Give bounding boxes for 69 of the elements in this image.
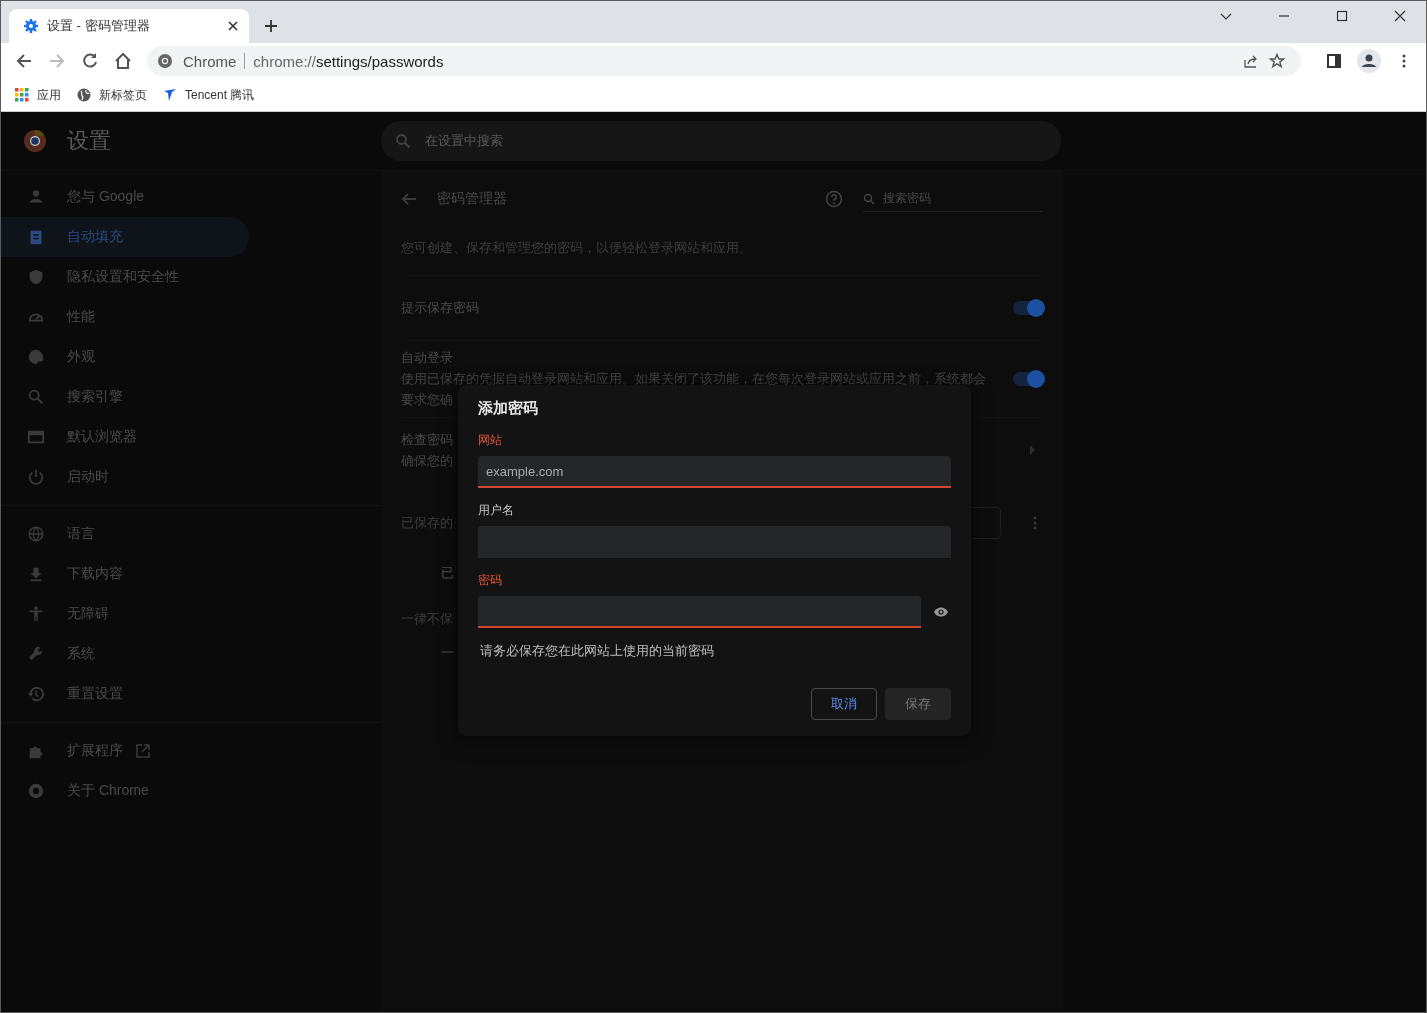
tab-title: 设置 - 密码管理器 [47,17,151,35]
setting-title: 提示保存密码 [401,299,479,317]
search-icon [395,133,411,149]
external-link-icon [135,743,151,759]
maximize-icon[interactable] [1336,10,1348,22]
search-icon [27,388,45,406]
chrome-logo-icon [23,129,47,153]
cancel-button[interactable]: 取消 [811,688,877,720]
star-icon[interactable] [1269,53,1285,69]
sidebar-item[interactable]: 隐私设置和安全性 [1,257,249,297]
field-label: 密码 [478,572,503,589]
setting-title: 检查密码 [401,430,453,449]
bookmark[interactable]: 新标签页 [77,86,147,104]
sidebar-item[interactable]: 自动填充 [1,217,249,257]
globe-icon [77,88,91,102]
sidebar-item[interactable]: 语言 [1,514,249,554]
wrench-icon [27,645,45,663]
settings-title: 设置 [67,127,111,155]
back-arrow-icon[interactable] [15,52,33,70]
sidebar-item[interactable]: 搜索引擎 [1,377,249,417]
bookmark[interactable]: Tencent 腾讯 [163,86,255,104]
sidebar-item[interactable]: 您与 Google [1,177,249,217]
empty-message: 已 [441,564,454,582]
home-icon[interactable] [114,52,132,70]
share-icon[interactable] [1243,53,1259,69]
search-icon [863,192,875,205]
power-icon [27,468,45,486]
field-label: 用户名 [478,502,515,519]
field-label: 网站 [478,432,503,449]
input-field[interactable]: example.com [478,456,951,488]
toggle-switch[interactable] [1013,301,1043,315]
close-icon[interactable] [227,20,239,32]
side-panel-icon[interactable] [1326,53,1342,69]
dialog-title: 添加密码 [478,399,539,418]
sidebar-item[interactable]: 重置设置 [1,674,249,714]
eye-icon[interactable] [933,606,949,618]
address-bar[interactable]: Chrome chrome://settings/passwords [147,46,1301,76]
plus-icon[interactable] [263,18,279,34]
sidebar-item[interactable]: 扩展程序 [1,731,249,771]
globe-icon [27,525,45,543]
sidebar-item[interactable]: 性能 [1,297,249,337]
sidebar-item[interactable]: 系统 [1,634,249,674]
history-icon [27,685,45,703]
reload-icon[interactable] [81,52,99,70]
sidebar-item[interactable]: 下载内容 [1,554,249,594]
apps-grid-icon [15,88,29,102]
url-text: chrome://settings/passwords [253,52,444,70]
input-field[interactable] [478,596,921,628]
setting-title: 自动登录 [401,349,453,367]
hint-text: 请务必保存您在此网站上使用的当前密码 [480,642,715,660]
chrome-logo-icon [157,53,173,69]
sidebar-item[interactable]: 启动时 [1,457,249,497]
chrome-logo-icon [27,782,45,800]
tencent-logo-icon [163,88,177,102]
profile-icon[interactable] [1357,49,1381,73]
sidebar-item[interactable]: 默认浏览器 [1,417,249,457]
browser-tab[interactable]: 设置 - 密码管理器 [9,9,249,43]
site-label: Chrome [183,52,237,70]
toggle-switch[interactable] [1013,372,1043,386]
palette-icon [27,348,45,366]
gear-icon [23,18,39,34]
accessibility-icon [27,605,45,623]
sidebar-item[interactable]: 无障碍 [1,594,249,634]
close-icon[interactable] [1394,10,1406,22]
sidebar-item[interactable]: 外观 [1,337,249,377]
shield-icon [27,268,45,286]
bookmark[interactable]: 应用 [15,86,61,104]
browser-window-icon [27,428,45,446]
search-field[interactable]: 在设置中搜索 [381,121,1061,161]
